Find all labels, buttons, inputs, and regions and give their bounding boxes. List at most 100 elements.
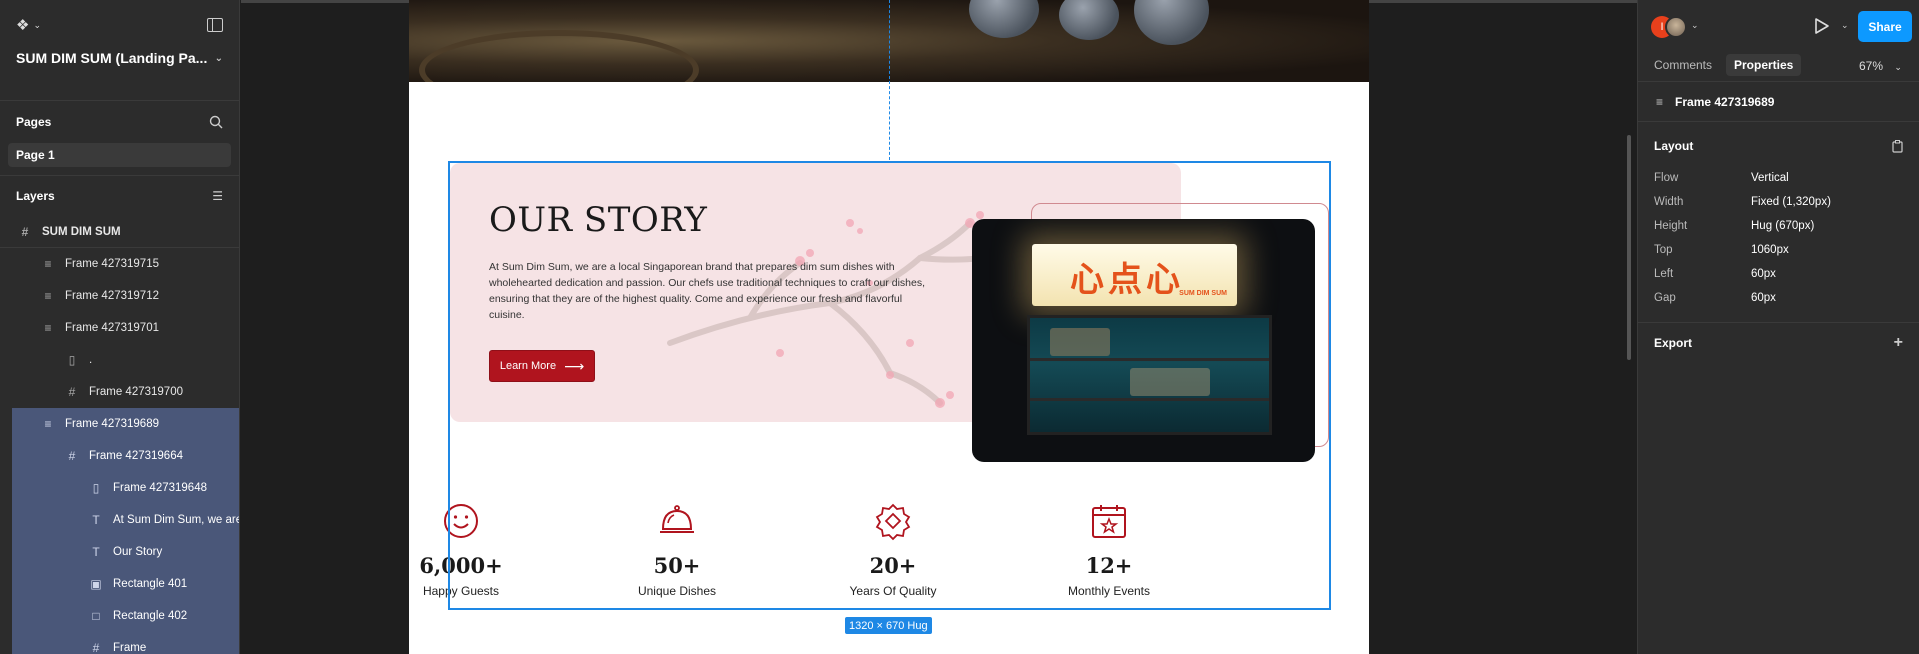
- layer-row[interactable]: ≡ Frame 427319712: [0, 280, 239, 312]
- prop-value: 60px: [1751, 268, 1776, 280]
- layer-row[interactable]: □ Rectangle 402: [12, 600, 239, 632]
- layers-heading: Layers: [16, 189, 55, 203]
- dumpling-shape: [1059, 0, 1119, 40]
- layer-label: SUM DIM SUM: [42, 225, 121, 238]
- tab-label: Comments: [1654, 58, 1713, 72]
- page-item-page-1[interactable]: Page 1: [8, 143, 231, 167]
- layer-row[interactable]: ▯ Frame 427319648: [12, 472, 239, 504]
- pages-heading: Pages: [16, 115, 52, 129]
- chevron-down-icon[interactable]: ⌄: [1691, 20, 1699, 31]
- layer-label: Frame 427319648: [113, 482, 207, 494]
- layer-label: Frame 427319664: [89, 450, 183, 462]
- prop-value: Vertical: [1751, 172, 1789, 184]
- layer-row-selected[interactable]: ≡ Frame 427319689: [12, 408, 239, 440]
- layer-list: # SUM DIM SUM ≡ Frame 427319715 ≡ Frame …: [0, 216, 239, 654]
- prop-top[interactable]: Top 1060px: [1638, 238, 1919, 262]
- size-badge: 1320 × 670 Hug: [845, 617, 932, 634]
- prop-key: Top: [1654, 244, 1673, 256]
- prop-key: Flow: [1654, 172, 1679, 184]
- page-label: Page 1: [16, 148, 55, 162]
- prop-left[interactable]: Left 60px: [1638, 262, 1919, 286]
- layer-label: Frame 427319715: [65, 258, 159, 270]
- file-title-button[interactable]: SUM DIM SUM (Landing Pa... ⌄: [16, 50, 223, 66]
- frame-icon: #: [68, 385, 76, 399]
- frame-icon: #: [21, 224, 29, 239]
- selection-header: ≡ Frame 427319689: [1638, 82, 1919, 122]
- layer-row[interactable]: ▣ Rectangle 401: [12, 568, 239, 600]
- layer-row[interactable]: T At Sum Dim Sum, we are: [12, 504, 239, 536]
- prop-value: Hug (670px): [1751, 220, 1815, 232]
- layer-label: Frame 427319701: [65, 322, 159, 334]
- design-canvas[interactable]: OUR STORY At Sum Dim Sum, we are a local…: [241, 0, 1637, 654]
- size-badge-label: 1320 × 670 Hug: [849, 619, 928, 632]
- layer-row[interactable]: # Frame 427319700: [0, 376, 239, 408]
- present-play-icon[interactable]: [1814, 17, 1830, 35]
- auto-layout-icon: ≡: [44, 417, 52, 431]
- auto-layout-icon: ≡: [44, 257, 52, 271]
- image-icon: ▣: [90, 577, 102, 591]
- avatar[interactable]: [1665, 16, 1687, 38]
- dumpling-shape: [1134, 0, 1209, 45]
- layer-label: Frame 427319712: [65, 290, 159, 302]
- properties-panel: I ⌄ ⌄ Share Comments Properties 67% ⌄ ≡ …: [1637, 0, 1919, 654]
- chevron-down-icon: ⌄: [1894, 62, 1902, 72]
- share-label: Share: [1868, 19, 1902, 34]
- share-button[interactable]: Share: [1858, 11, 1912, 42]
- layout-heading: Layout: [1654, 139, 1694, 153]
- file-title: SUM DIM SUM (Landing Pa...: [16, 50, 208, 66]
- avatar-initial: I: [1660, 21, 1664, 33]
- export-heading: Export: [1654, 336, 1693, 350]
- prop-key: Gap: [1654, 292, 1676, 304]
- spacing-guide-line: [889, 0, 890, 160]
- prop-key: Height: [1654, 220, 1688, 232]
- layer-row[interactable]: ▯ .: [0, 344, 239, 376]
- canvas-scrollbar[interactable]: [1627, 135, 1631, 360]
- selection-box[interactable]: [448, 161, 1331, 610]
- prop-key: Width: [1654, 196, 1684, 208]
- layer-label: Frame 427319689: [65, 418, 159, 430]
- dumpling-shape: [969, 0, 1039, 38]
- collapse-layers-icon[interactable]: ☰: [212, 189, 223, 203]
- main-menu-button[interactable]: ❖ ⌄: [16, 14, 223, 36]
- layer-label: At Sum Dim Sum, we are: [113, 514, 240, 526]
- prop-value: Fixed (1,320px): [1751, 196, 1831, 208]
- component-instance-icon: ▯: [92, 481, 100, 495]
- prop-width[interactable]: Width Fixed (1,320px): [1638, 190, 1919, 214]
- rectangle-icon: □: [92, 609, 100, 623]
- chevron-down-icon[interactable]: ⌄: [1841, 20, 1849, 31]
- prop-value: 1060px: [1751, 244, 1789, 256]
- auto-layout-icon: ≡: [1656, 94, 1664, 109]
- layer-row[interactable]: ≡ Frame 427319715: [0, 248, 239, 280]
- prop-height[interactable]: Height Hug (670px): [1638, 214, 1919, 238]
- tab-label: Properties: [1734, 58, 1794, 72]
- layer-row[interactable]: # SUM DIM SUM: [0, 216, 239, 248]
- selection-name: Frame 427319689: [1675, 94, 1775, 109]
- layer-label: Rectangle 402: [113, 610, 188, 622]
- frame-icon: #: [68, 449, 76, 463]
- search-icon[interactable]: [209, 115, 223, 129]
- auto-layout-icon: ≡: [44, 321, 52, 335]
- clipboard-icon[interactable]: [1892, 139, 1903, 153]
- prop-gap[interactable]: Gap 60px: [1638, 286, 1919, 310]
- sidebar-toggle-icon[interactable]: [207, 18, 223, 32]
- add-export-icon[interactable]: +: [1894, 334, 1903, 352]
- layer-row[interactable]: T Our Story: [12, 536, 239, 568]
- layers-panel: ❖ ⌄ SUM DIM SUM (Landing Pa... ⌄ Pages P…: [0, 0, 240, 654]
- tab-comments[interactable]: Comments: [1646, 54, 1720, 76]
- layer-row[interactable]: # Frame 427319664: [12, 440, 239, 472]
- zoom-dropdown[interactable]: 67% ⌄: [1859, 59, 1902, 73]
- layer-label: Frame 427319700: [89, 386, 183, 398]
- layer-row[interactable]: # Frame: [12, 632, 239, 654]
- prop-key: Left: [1654, 268, 1674, 280]
- layer-row[interactable]: ≡ Frame 427319701: [0, 312, 239, 344]
- layer-label: .: [89, 354, 93, 366]
- chevron-down-icon: ⌄: [214, 52, 223, 64]
- layer-label: Frame: [113, 642, 147, 654]
- figma-logo-icon: ❖: [16, 17, 30, 34]
- tab-properties[interactable]: Properties: [1726, 54, 1802, 76]
- layout-properties: Flow Vertical Width Fixed (1,320px) Height…: [1638, 166, 1919, 310]
- prop-flow[interactable]: Flow Vertical: [1638, 166, 1919, 190]
- zoom-level: 67%: [1859, 59, 1884, 73]
- layer-label: Our Story: [113, 546, 163, 558]
- component-instance-icon: ▯: [68, 353, 76, 367]
